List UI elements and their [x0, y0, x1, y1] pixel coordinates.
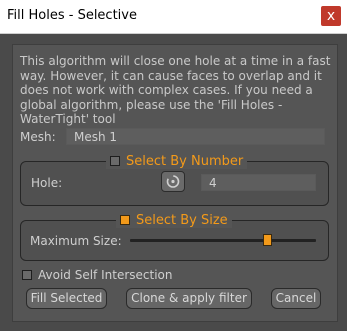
avoid-self-intersection-label: Avoid Self Intersection [38, 268, 173, 282]
clone-apply-filter-button[interactable]: Clone & apply filter [126, 288, 252, 309]
window-title: Fill Holes - Selective [7, 8, 137, 23]
maximum-size-label: Maximum Size: [30, 234, 122, 248]
select-by-size-header: Select By Size [116, 212, 232, 228]
avoid-self-intersection-row[interactable]: Avoid Self Intersection [22, 268, 172, 282]
target-cycle-icon [166, 175, 180, 188]
select-by-number-checkbox[interactable] [110, 156, 120, 166]
description-text: This algorithm will close one hole at a … [20, 54, 331, 126]
pick-hole-button[interactable] [161, 171, 185, 192]
hole-label: Hole: [31, 176, 63, 190]
close-icon: x [326, 8, 336, 24]
mesh-label: Mesh: [20, 130, 56, 144]
avoid-self-intersection-checkbox[interactable] [22, 270, 32, 280]
close-button[interactable]: x [321, 6, 341, 26]
select-by-number-header: Select By Number [106, 153, 248, 169]
hole-number-field[interactable]: 4 [201, 174, 316, 191]
title-bar: Fill Holes - Selective x [0, 0, 347, 34]
cancel-button[interactable]: Cancel [271, 288, 321, 309]
select-by-size-checkbox[interactable] [120, 215, 130, 225]
mesh-field[interactable]: Mesh 1 [66, 128, 325, 145]
maximum-size-slider-handle[interactable] [263, 234, 273, 246]
select-by-number-title: Select By Number [126, 153, 244, 169]
select-by-size-title: Select By Size [136, 212, 228, 228]
maximum-size-slider[interactable] [130, 239, 316, 242]
fill-selected-button[interactable]: Fill Selected [26, 288, 107, 309]
